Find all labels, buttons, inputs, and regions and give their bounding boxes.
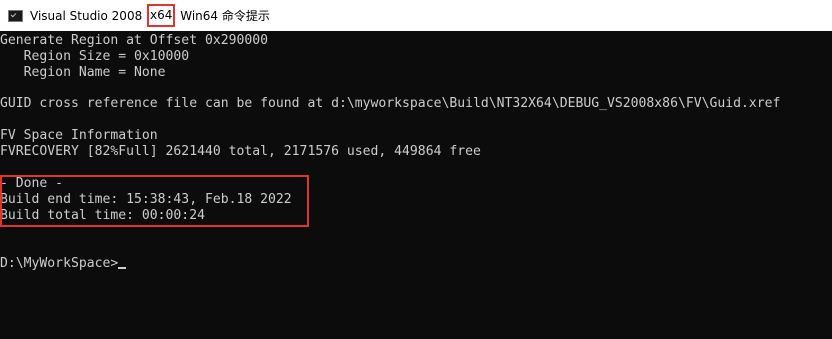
console-line: GUID cross reference file can be found a… [0,96,781,111]
console-line: Region Size = 0x10000 [0,49,190,64]
text-cursor [118,267,127,269]
console-output[interactable]: Generate Region at Offset 0x290000 Regio… [0,31,832,339]
prompt-text: D:\MyWorkSpace> [0,256,119,271]
console-icon [8,9,23,22]
highlight-box [0,175,309,227]
title-bar[interactable]: Visual Studio 2008 x64 Win64 命令提示 [0,0,832,31]
console-window: Visual Studio 2008 x64 Win64 命令提示 Genera… [0,0,832,339]
console-line: FV Space Information [0,128,158,143]
console-line: FVRECOVERY [82%Full] 2621440 total, 2171… [0,144,481,159]
window-title-highlight: x64 [147,4,176,27]
console-line: Generate Region at Offset 0x290000 [0,33,269,48]
window-title-prefix: Visual Studio 2008 [30,8,147,23]
command-prompt[interactable]: D:\MyWorkSpace> [0,256,127,272]
console-line: Region Name = None [0,65,166,80]
window-title-suffix: Win64 命令提示 [176,9,270,23]
